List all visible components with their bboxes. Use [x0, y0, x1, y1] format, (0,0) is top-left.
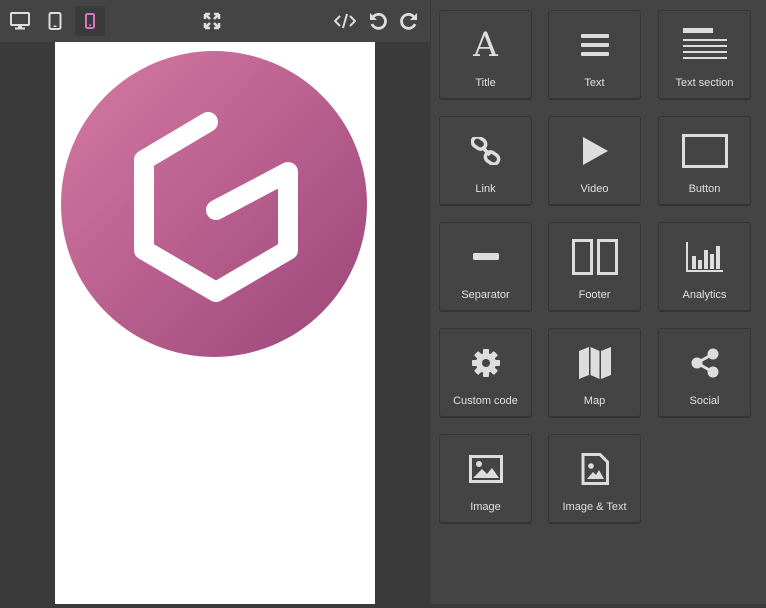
footer-columns-icon [571, 239, 618, 275]
redo-button[interactable] [394, 6, 424, 36]
block-title[interactable]: A Title [439, 10, 532, 99]
separator-icon [472, 253, 499, 260]
block-label: Text [584, 77, 605, 89]
fullscreen-button[interactable] [197, 6, 227, 36]
undo-button[interactable] [363, 6, 393, 36]
desktop-icon [10, 12, 30, 30]
block-map[interactable]: Map [548, 328, 641, 417]
block-social[interactable]: Social [658, 328, 751, 417]
block-label: Image [470, 501, 501, 513]
view-code-button[interactable] [330, 6, 360, 36]
block-video[interactable]: Video [548, 116, 641, 205]
block-label: Title [475, 77, 496, 89]
device-desktop-button[interactable] [5, 6, 35, 36]
block-label: Analytics [682, 289, 727, 301]
blocks-panel: A Title Text Text section Link Video But… [430, 0, 766, 608]
fullscreen-icon [203, 12, 221, 30]
image-icon [468, 455, 503, 483]
logo-image[interactable] [60, 50, 368, 358]
gear-icon [471, 349, 500, 377]
undo-icon [370, 12, 387, 30]
block-label: Custom code [453, 395, 518, 407]
block-label: Video [580, 183, 609, 195]
block-image[interactable]: Image [439, 434, 532, 523]
bar-chart-icon [685, 242, 723, 272]
g-hexagon-logo-icon [61, 51, 367, 357]
code-icon [334, 13, 356, 29]
block-link[interactable]: Link [439, 116, 532, 205]
text-section-icon [682, 28, 727, 59]
top-toolbar [0, 0, 430, 42]
mobile-icon [85, 13, 95, 29]
play-icon [582, 137, 608, 165]
block-label: Separator [461, 289, 510, 301]
block-label: Image & Text [562, 501, 627, 513]
image-file-icon [581, 453, 609, 485]
block-button[interactable]: Button [658, 116, 751, 205]
block-label: Button [688, 183, 721, 195]
editor-app: A Title Text Text section Link Video But… [0, 0, 766, 608]
link-chain-icon [470, 137, 500, 165]
block-footer[interactable]: Footer [548, 222, 641, 311]
device-tablet-button[interactable] [40, 6, 70, 36]
block-separator[interactable]: Separator [439, 222, 532, 311]
block-label: Map [583, 395, 606, 407]
mobile-preview-frame[interactable] [55, 42, 375, 608]
block-analytics[interactable]: Analytics [658, 222, 751, 311]
block-text[interactable]: Text [548, 10, 641, 99]
block-custom-code[interactable]: Custom code [439, 328, 532, 417]
bottom-strip [0, 604, 766, 608]
button-rect-icon [681, 134, 728, 168]
title-letter-icon: A [473, 25, 498, 65]
block-label: Link [475, 183, 496, 195]
block-label: Text section [675, 77, 734, 89]
block-text-section[interactable]: Text section [658, 10, 751, 99]
canvas-area [0, 0, 430, 608]
block-image-text[interactable]: Image & Text [548, 434, 641, 523]
text-lines-icon [580, 34, 609, 56]
tablet-icon [48, 12, 62, 30]
share-icon [691, 348, 718, 378]
device-mobile-button[interactable] [75, 6, 105, 36]
block-label: Footer [578, 289, 611, 301]
block-label: Social [689, 395, 720, 407]
map-icon [578, 347, 611, 379]
redo-icon [400, 12, 417, 30]
